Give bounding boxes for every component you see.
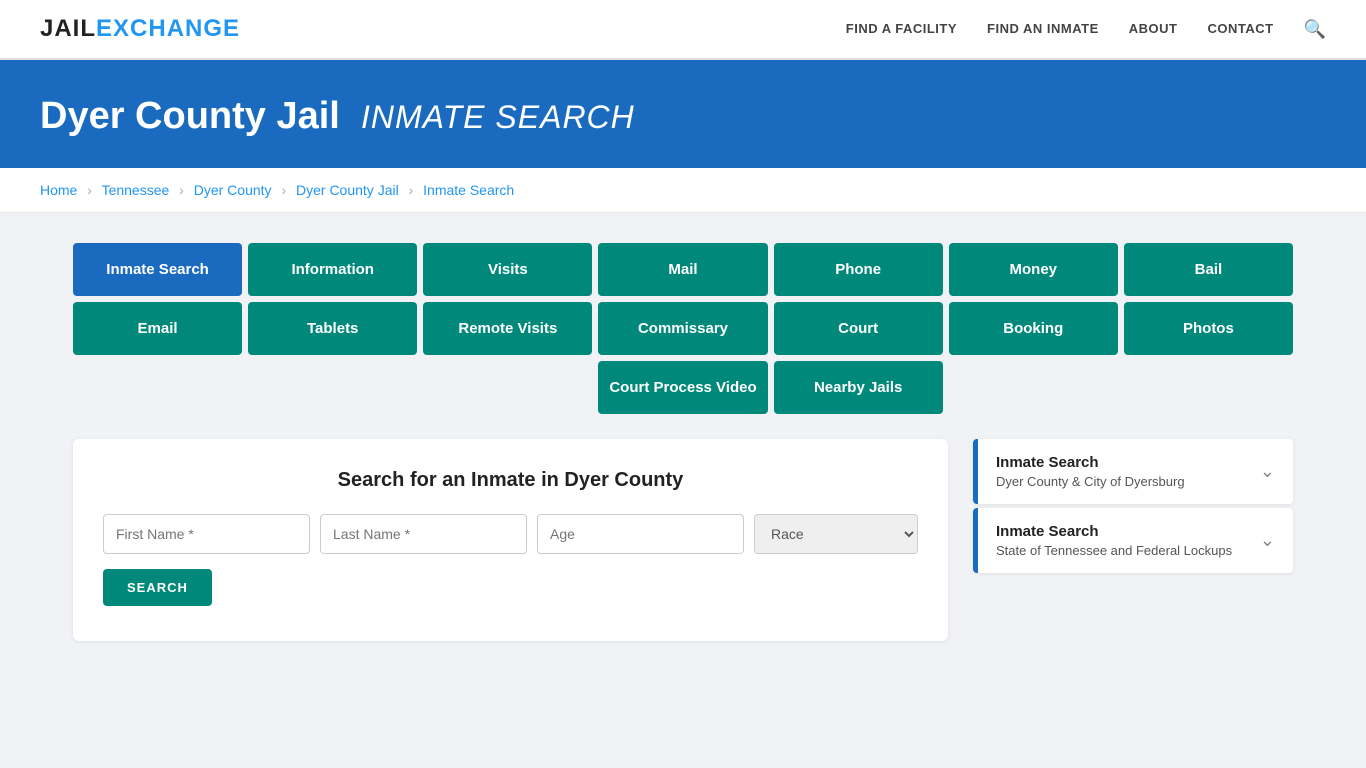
btn-commissary[interactable]: Commissary: [598, 302, 767, 355]
btn-phone[interactable]: Phone: [774, 243, 943, 296]
hero-subtitle: INMATE SEARCH: [361, 99, 635, 135]
btn-court-process-video[interactable]: Court Process Video: [598, 361, 767, 414]
last-name-input[interactable]: [320, 514, 527, 554]
search-heading: Search for an Inmate in Dyer County: [103, 469, 918, 492]
content-area: Search for an Inmate in Dyer County Race…: [73, 439, 1293, 641]
btn-remote-visits[interactable]: Remote Visits: [423, 302, 592, 355]
btn-bail[interactable]: Bail: [1124, 243, 1293, 296]
nav-find-inmate[interactable]: FIND AN INMATE: [987, 21, 1099, 36]
logo-jail: JAIL: [40, 15, 96, 42]
hero-title: Dyer County Jail: [40, 95, 340, 137]
btn-visits[interactable]: Visits: [423, 243, 592, 296]
btn-email[interactable]: Email: [73, 302, 242, 355]
chevron-down-icon-1: ⌄: [1260, 461, 1275, 482]
btn-inmate-search[interactable]: Inmate Search: [73, 243, 242, 296]
race-select[interactable]: Race White Black Hispanic Asian Other: [754, 514, 918, 554]
btn-booking[interactable]: Booking: [949, 302, 1118, 355]
search-button[interactable]: SEARCH: [103, 569, 212, 606]
search-icon-button[interactable]: 🔍: [1304, 19, 1326, 40]
sidebar-card-tennessee-title: Inmate Search: [996, 523, 1232, 540]
breadcrumb-home[interactable]: Home: [40, 182, 77, 198]
breadcrumb-sep-4: ›: [409, 182, 414, 198]
sidebar-card-tennessee-text: Inmate Search State of Tennessee and Fed…: [996, 523, 1232, 558]
nav-find-facility[interactable]: FIND A FACILITY: [846, 21, 957, 36]
sidebar-card-tennessee: Inmate Search State of Tennessee and Fed…: [973, 508, 1293, 573]
chevron-down-icon-2: ⌄: [1260, 530, 1275, 551]
sidebar-card-dyer-county: Inmate Search Dyer County & City of Dyer…: [973, 439, 1293, 504]
btn-court[interactable]: Court: [774, 302, 943, 355]
breadcrumb-inmate-search[interactable]: Inmate Search: [423, 182, 514, 198]
breadcrumb-sep-1: ›: [87, 182, 92, 198]
btn-mail[interactable]: Mail: [598, 243, 767, 296]
search-panel: Search for an Inmate in Dyer County Race…: [73, 439, 948, 641]
nav-about[interactable]: ABOUT: [1129, 21, 1178, 36]
page-title: Dyer County Jail INMATE SEARCH: [40, 95, 1326, 138]
logo[interactable]: JAILEXCHANGE: [40, 15, 240, 43]
breadcrumb-sep-2: ›: [179, 182, 184, 198]
hero-banner: Dyer County Jail INMATE SEARCH: [0, 60, 1366, 168]
sidebar-card-tennessee-header[interactable]: Inmate Search State of Tennessee and Fed…: [973, 508, 1293, 573]
nav-buttons-row3: Court Process Video Nearby Jails: [73, 361, 1293, 414]
breadcrumb-tennessee[interactable]: Tennessee: [102, 182, 170, 198]
nav-links: FIND A FACILITY FIND AN INMATE ABOUT CON…: [846, 19, 1326, 40]
nav-buttons-row1: Inmate Search Information Visits Mail Ph…: [73, 243, 1293, 296]
breadcrumb-dyer-county-jail[interactable]: Dyer County Jail: [296, 182, 399, 198]
sidebar-card-dyer-county-title: Inmate Search: [996, 454, 1185, 471]
sidebar-card-dyer-county-header[interactable]: Inmate Search Dyer County & City of Dyer…: [973, 439, 1293, 504]
breadcrumb-dyer-county[interactable]: Dyer County: [194, 182, 272, 198]
btn-photos[interactable]: Photos: [1124, 302, 1293, 355]
btn-tablets[interactable]: Tablets: [248, 302, 417, 355]
breadcrumb-sep-3: ›: [281, 182, 286, 198]
nav-buttons-row2: Email Tablets Remote Visits Commissary C…: [73, 302, 1293, 355]
btn-money[interactable]: Money: [949, 243, 1118, 296]
search-fields: Race White Black Hispanic Asian Other: [103, 514, 918, 554]
age-input[interactable]: [537, 514, 744, 554]
main-content: Inmate Search Information Visits Mail Ph…: [33, 213, 1333, 671]
breadcrumb: Home › Tennessee › Dyer County › Dyer Co…: [0, 168, 1366, 213]
btn-information[interactable]: Information: [248, 243, 417, 296]
sidebar-card-tennessee-subtitle: State of Tennessee and Federal Lockups: [996, 543, 1232, 558]
btn-nearby-jails[interactable]: Nearby Jails: [774, 361, 943, 414]
nav-contact[interactable]: CONTACT: [1207, 21, 1273, 36]
sidebar-card-dyer-county-subtitle: Dyer County & City of Dyersburg: [996, 474, 1185, 489]
logo-exchange: EXCHANGE: [96, 15, 240, 42]
navbar: JAILEXCHANGE FIND A FACILITY FIND AN INM…: [0, 0, 1366, 60]
sidebar-card-dyer-county-text: Inmate Search Dyer County & City of Dyer…: [996, 454, 1185, 489]
first-name-input[interactable]: [103, 514, 310, 554]
sidebar: Inmate Search Dyer County & City of Dyer…: [973, 439, 1293, 577]
